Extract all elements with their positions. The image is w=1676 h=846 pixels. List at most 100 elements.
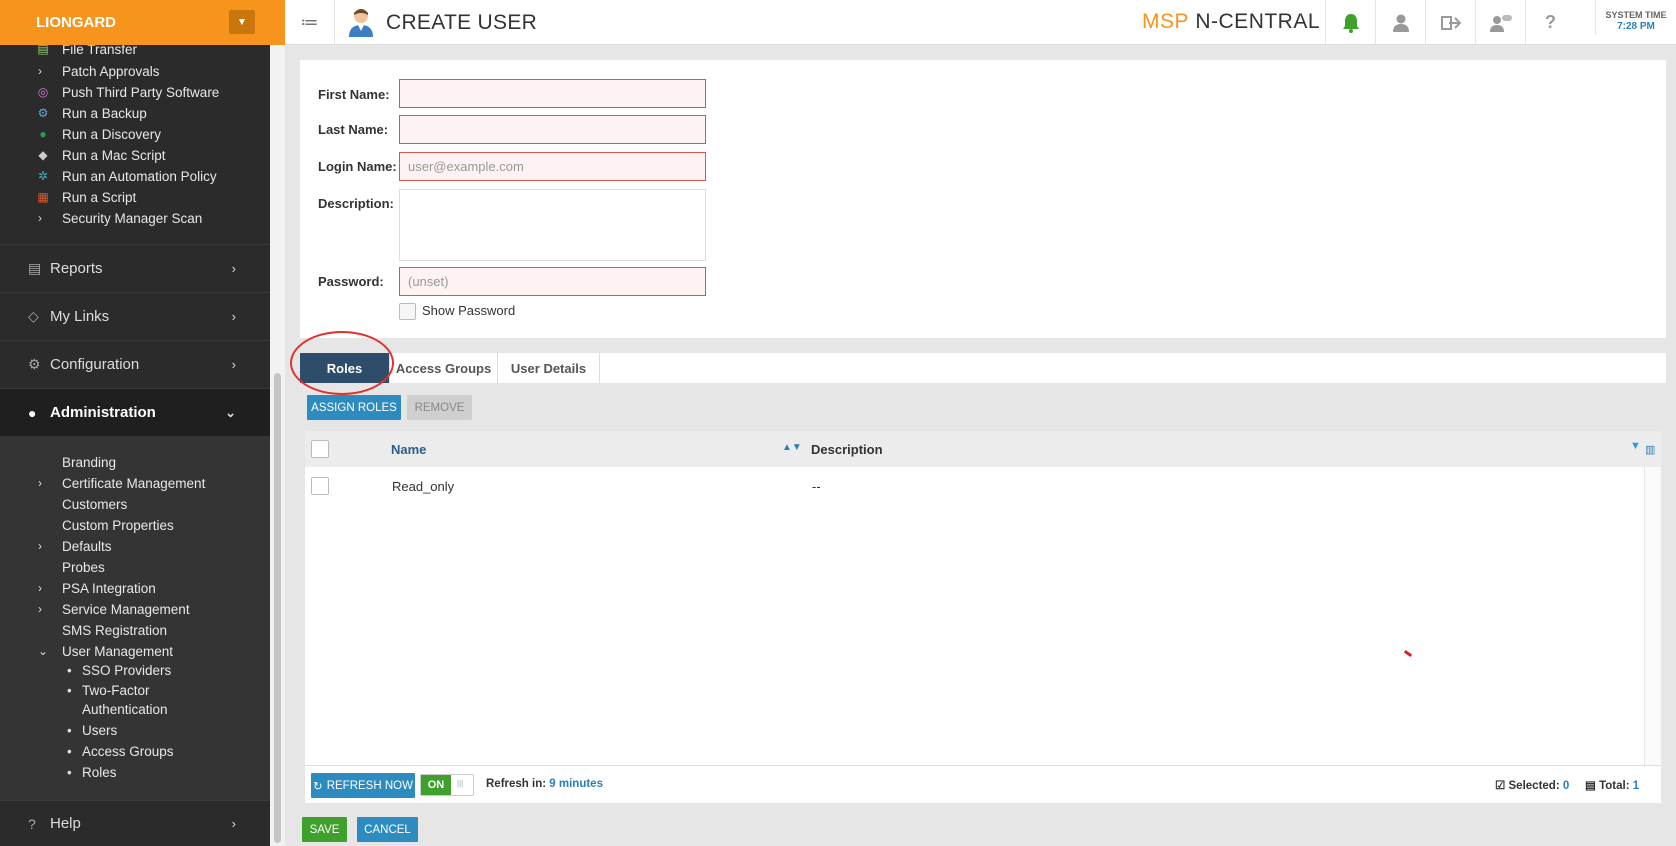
assign-roles-button[interactable]: ASSIGN ROLES [307,395,401,420]
refresh-now-button[interactable]: ↻ REFRESH NOW [311,773,415,798]
show-password-label: Show Password [422,303,516,318]
sidebar-item-defaults[interactable]: › Defaults [38,536,112,556]
sidebar-item-probes[interactable]: Probes [62,557,105,577]
item-label: Certificate Management [62,475,206,491]
cancel-button[interactable]: CANCEL [357,817,418,842]
columns-icon[interactable]: ▥ [1645,443,1655,456]
sidebar-item-service-management[interactable]: › Service Management [38,599,190,619]
sidebar-subitem-two-factor[interactable]: Two-Factor Authentication [67,681,202,719]
login-name-field[interactable]: user@example.com [399,152,706,181]
help-icon[interactable]: ? [1525,0,1575,45]
save-button[interactable]: SAVE [302,817,347,842]
section-label: Configuration [50,356,140,373]
gear-icon: ⚙ [37,106,49,120]
chevron-right-icon: › [231,816,236,831]
logout-icon[interactable] [1425,0,1475,45]
sidebar-item-label: Run a Backup [62,105,147,121]
sidebar-item-custom-properties[interactable]: Custom Properties [62,515,174,535]
sidebar-section-administration[interactable]: ● Administration ⌄ [0,388,270,436]
item-label: PSA Integration [62,580,156,596]
last-name-field[interactable] [399,115,706,144]
tab-roles[interactable]: Roles [300,353,390,383]
row-checkbox[interactable] [311,477,329,495]
row-name: Read_only [392,479,455,494]
section-label: Reports [50,260,103,277]
sidebar-item-push-third-party[interactable]: ◎ Push Third Party Software [38,82,220,102]
sidebar-subitem-users[interactable]: Users [67,721,117,740]
user-profile-icon[interactable] [1375,0,1425,45]
toggle-on-label: ON [421,775,451,795]
sidebar-subitem-access-groups[interactable]: Access Groups [67,742,173,761]
section-label: Administration [50,404,156,421]
sidebar-item-patch-approvals[interactable]: › Patch Approvals [38,61,160,81]
sidebar-subitem-roles[interactable]: Roles [67,763,116,782]
table-row[interactable]: Read_only -- [305,467,1644,505]
sidebar-item-user-management[interactable]: ⌄ User Management [38,641,173,661]
sidebar-section-configuration[interactable]: ⚙ Configuration › [0,340,270,388]
menu-toggle-icon[interactable]: ≔ [285,0,335,45]
globe-icon: ● [39,127,47,141]
logo-msp: MSP [1142,10,1190,33]
refresh-in-value: 9 minutes [549,778,603,790]
select-all-checkbox[interactable] [311,440,329,458]
sidebar-item-branding[interactable]: Branding [62,452,116,472]
sidebar-item-run-discovery[interactable]: ● Run a Discovery [39,124,161,144]
item-label: Branding [62,454,117,470]
brand-name: LIONGARD [36,14,116,31]
logo-ncentral: N-CENTRAL [1195,10,1321,33]
remove-button[interactable]: REMOVE [407,395,472,420]
sidebar-item-run-automation-policy[interactable]: ✲ Run an Automation Policy [38,166,217,186]
chevron-down-icon: ⌄ [38,644,49,658]
refresh-in-label: Refresh in: [486,778,547,790]
sidebar-item-run-mac-script[interactable]: ◆ Run a Mac Script [38,145,165,165]
password-field[interactable]: (unset) [399,267,706,296]
roles-table: Name ▲▼ Description ▼ ▥ Read_only -- [305,431,1661,765]
checkbox-icon: ☑ [1495,780,1506,792]
sidebar-item-label: Run an Automation Policy [62,168,217,184]
push-software-icon: ◎ [37,85,49,99]
auto-refresh-toggle[interactable]: ON ||| [420,774,474,796]
first-name-field[interactable] [399,79,706,108]
sidebar-item-label: Security Manager Scan [62,210,203,226]
password-placeholder: (unset) [408,274,449,289]
sidebar-item-customers[interactable]: Customers [62,494,127,514]
sidebar-section-help[interactable]: ? Help › [0,800,270,846]
sort-filter-icon[interactable]: ▲▼ [782,442,802,453]
last-name-label: Last Name: [318,122,389,137]
selected-value: 0 [1562,780,1570,792]
sidebar-item-certificate-management[interactable]: › Certificate Management [38,473,206,493]
sidebar-scrollbar[interactable] [270,45,285,846]
column-header-name[interactable]: Name [391,442,426,457]
sidebar-item-psa-integration[interactable]: › PSA Integration [38,578,156,598]
column-header-description[interactable]: Description [811,442,883,457]
chevron-right-icon: › [38,64,42,78]
show-password-checkbox[interactable] [399,303,416,320]
selected-count: ☑ Selected: 0 [1495,778,1569,792]
gear-icon: ⚙ [28,356,41,372]
section-label: My Links [50,308,110,325]
sidebar-item-run-script[interactable]: ▦ Run a Script [37,187,136,207]
sidebar-subitem-sso-providers[interactable]: SSO Providers [67,661,171,680]
filter-icon[interactable]: ▼ [1630,440,1641,452]
chat-users-icon[interactable] [1475,0,1525,45]
brand-dropdown-button[interactable]: ▼ [229,10,255,34]
tab-user-details[interactable]: User Details [498,353,600,383]
item-label: SMS Registration [62,622,168,638]
sidebar-item-sms-registration[interactable]: SMS Registration [62,620,167,640]
sidebar-section-my-links[interactable]: ◇ My Links › [0,292,270,340]
windows-icon: ▦ [37,190,49,204]
scrollbar-thumb[interactable] [274,373,281,843]
login-name-label: Login Name: [318,159,397,174]
sidebar-item-security-manager-scan[interactable]: › Security Manager Scan [38,208,203,228]
tab-access-groups[interactable]: Access Groups [390,353,498,383]
chevron-right-icon: › [38,602,42,616]
sidebar-section-reports[interactable]: ▤ Reports › [0,244,270,292]
table-header: Name ▲▼ Description ▼ ▥ [305,431,1661,467]
row-description: -- [812,479,821,494]
tab-bar: Roles Access Groups User Details [300,353,1666,383]
chevron-right-icon: › [38,211,42,225]
notification-bell-icon[interactable] [1325,0,1375,45]
sidebar-item-run-backup[interactable]: ⚙ Run a Backup [38,103,147,123]
description-field[interactable] [399,189,706,261]
table-scrollbar[interactable] [1644,467,1661,765]
